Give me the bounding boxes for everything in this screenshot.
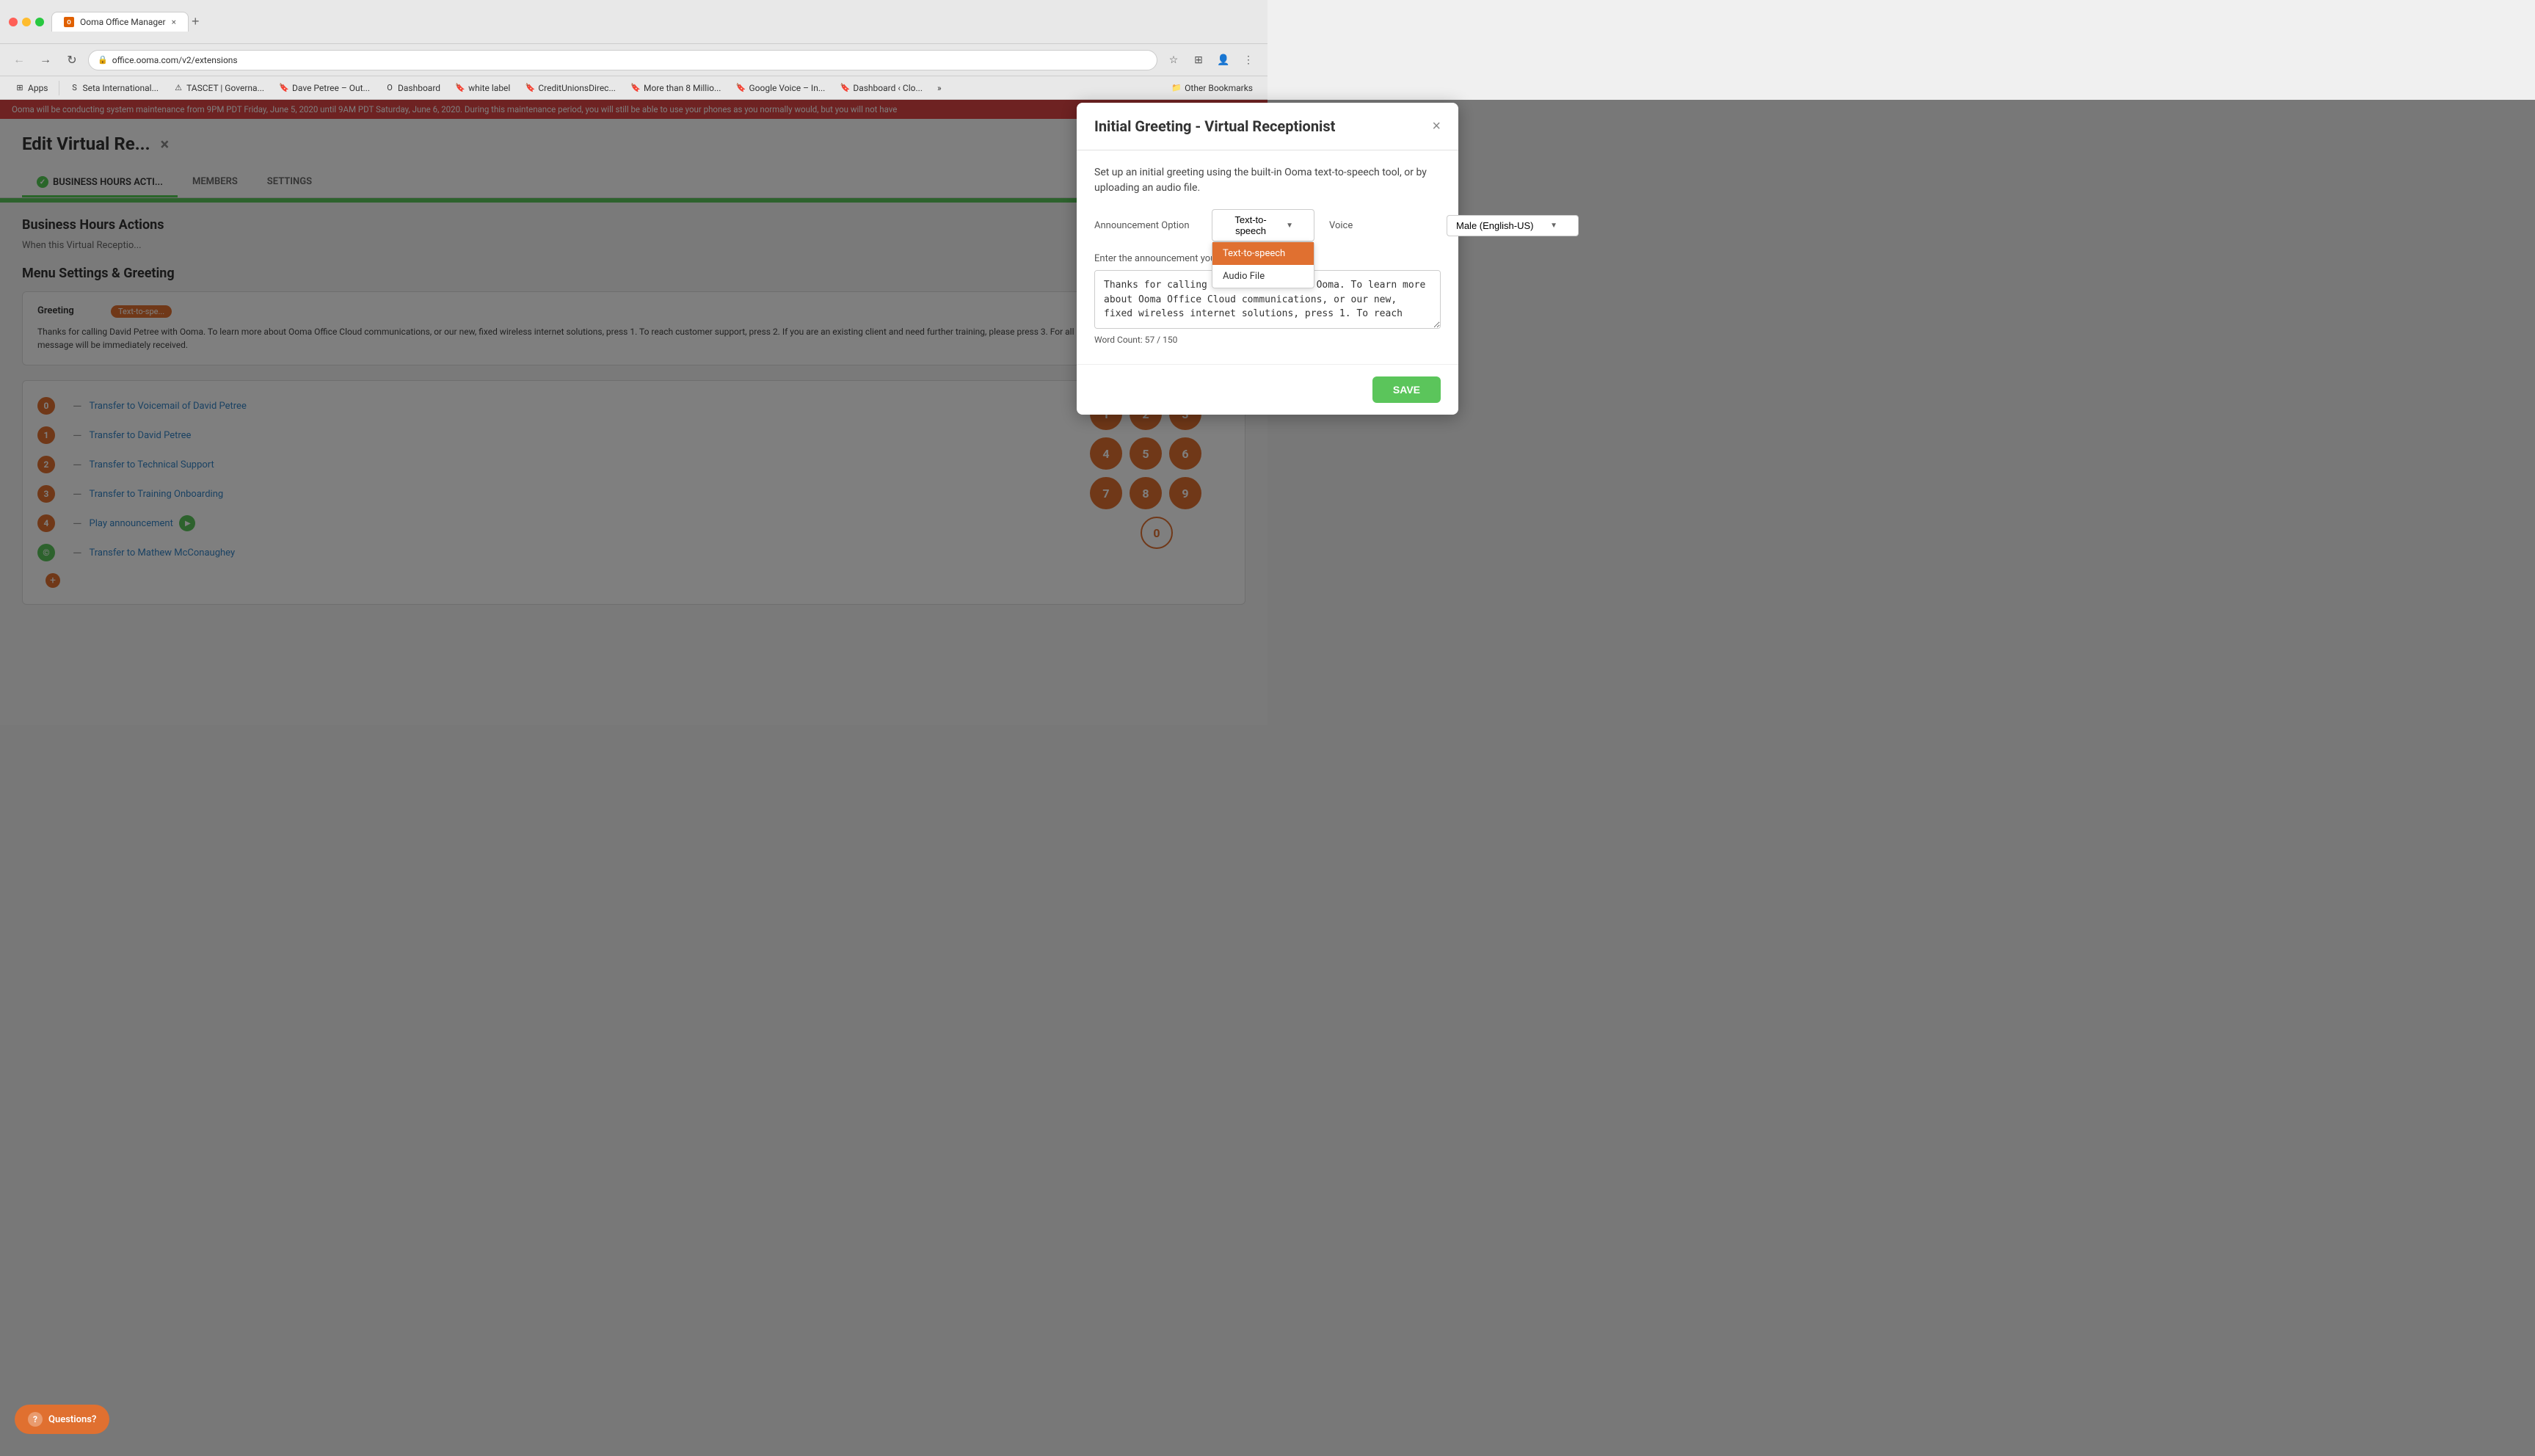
active-tab[interactable]: O Ooma Office Manager × xyxy=(51,12,189,32)
bookmark-creditunions[interactable]: 🔖 CreditUnionsDirec... xyxy=(519,81,622,95)
modal-footer: SAVE xyxy=(1077,364,1458,415)
wl-icon: 🔖 xyxy=(455,83,465,93)
cu-icon: 🔖 xyxy=(525,83,535,93)
warning-icon: ⚠ xyxy=(173,83,183,93)
bookmark-gvoice[interactable]: 🔖 Google Voice – In... xyxy=(730,81,831,95)
profile-button[interactable]: 👤 xyxy=(1213,50,1234,70)
announcement-option-dropdown-wrapper: Text-to-speech ▼ Text-to-speech Audio Fi… xyxy=(1212,209,1314,241)
new-tab-button[interactable]: + xyxy=(192,14,200,29)
dashboard-label: Dashboard xyxy=(398,83,440,93)
browser-chrome: O Ooma Office Manager × + xyxy=(0,0,1268,44)
url-text: office.ooma.com/v2/extensions xyxy=(112,55,238,65)
tab-favicon: O xyxy=(64,17,74,27)
voice-label: Voice xyxy=(1329,220,1432,231)
voice-dropdown-wrapper: Male (English-US) ▼ xyxy=(1447,215,1579,236)
tab-bar: O Ooma Office Manager × + xyxy=(51,12,1259,32)
gv-label: Google Voice – In... xyxy=(749,83,825,93)
tab-title: Ooma Office Manager xyxy=(80,17,166,27)
bookmark-tascet[interactable]: ⚠ TASCET | Governa... xyxy=(167,81,270,95)
bookmark-whitelabel[interactable]: 🔖 white label xyxy=(449,81,516,95)
tab-close-button[interactable]: × xyxy=(172,17,176,27)
apps-label: Apps xyxy=(28,83,48,93)
announcement-option-label: Announcement Option xyxy=(1094,220,1197,231)
extensions-button[interactable]: ⊞ xyxy=(1188,50,1209,70)
modal-close-button[interactable]: × xyxy=(1432,118,1441,135)
menu-button[interactable]: ⋮ xyxy=(1238,50,1259,70)
star-button[interactable]: ☆ xyxy=(1163,50,1184,70)
bookmark-more[interactable]: » xyxy=(931,81,948,95)
gv-icon: 🔖 xyxy=(735,83,746,93)
mil-icon: 🔖 xyxy=(630,83,641,93)
refresh-button[interactable]: ↻ xyxy=(62,50,82,70)
questions-button[interactable]: ? Questions? xyxy=(15,1405,109,1434)
bookmark-cloudash[interactable]: 🔖 Dashboard ‹ Clo... xyxy=(834,81,928,95)
nav-bar: ← → ↻ 🔒 office.ooma.com/v2/extensions ☆ … xyxy=(0,44,1268,76)
cu-label: CreditUnionsDirec... xyxy=(538,83,616,93)
announcement-option-value: Text-to-speech xyxy=(1221,214,1280,236)
cl-icon: 🔖 xyxy=(840,83,850,93)
seta-label: Seta International... xyxy=(83,83,159,93)
mil-label: More than 8 Millio... xyxy=(644,83,721,93)
apps-icon: ⊞ xyxy=(15,83,25,93)
minimize-window-button[interactable] xyxy=(22,18,31,26)
bookmark-seta[interactable]: S Seta International... xyxy=(64,81,165,95)
folder-icon: 📁 xyxy=(1171,83,1182,93)
dropdown-caret-icon: ▼ xyxy=(1286,222,1293,230)
close-window-button[interactable] xyxy=(9,18,18,26)
tascet-label: TASCET | Governa... xyxy=(186,83,264,93)
modal-header: Initial Greeting - Virtual Receptionist … xyxy=(1077,103,1458,150)
word-count: Word Count: 57 / 150 xyxy=(1094,335,1441,345)
nav-right: ☆ ⊞ 👤 ⋮ xyxy=(1163,50,1259,70)
voice-value: Male (English-US) xyxy=(1456,220,1533,231)
dave-label: Dave Petree – Out... xyxy=(292,83,370,93)
announcement-option-dropdown[interactable]: Text-to-speech ▼ xyxy=(1212,209,1314,241)
forward-button[interactable]: → xyxy=(35,50,56,70)
apps-bookmark[interactable]: ⊞ Apps xyxy=(9,81,54,95)
dashboard-icon: O xyxy=(385,83,395,93)
announcement-option-menu: Text-to-speech Audio File xyxy=(1212,241,1314,288)
modal-title: Initial Greeting - Virtual Receptionist xyxy=(1094,117,1335,135)
dave-icon: 🔖 xyxy=(279,83,289,93)
seta-icon: S xyxy=(70,83,80,93)
more-label: » xyxy=(937,83,942,93)
bookmark-dave[interactable]: 🔖 Dave Petree – Out... xyxy=(273,81,376,95)
bookmark-other[interactable]: 📁 Other Bookmarks xyxy=(1165,81,1259,95)
modal-description: Set up an initial greeting using the bui… xyxy=(1094,165,1441,196)
modal-body: Set up an initial greeting using the bui… xyxy=(1077,150,1458,364)
bookmarks-bar: ⊞ Apps S Seta International... ⚠ TASCET … xyxy=(0,76,1268,100)
other-label: Other Bookmarks xyxy=(1185,83,1253,93)
bookmark-million[interactable]: 🔖 More than 8 Millio... xyxy=(625,81,727,95)
save-button[interactable]: SAVE xyxy=(1372,376,1441,403)
option-audio-file[interactable]: Audio File xyxy=(1212,265,1314,288)
address-bar[interactable]: 🔒 office.ooma.com/v2/extensions xyxy=(88,50,1157,70)
wl-label: white label xyxy=(468,83,510,93)
modal-initial-greeting: Initial Greeting - Virtual Receptionist … xyxy=(1077,103,1458,415)
voice-dropdown[interactable]: Male (English-US) ▼ xyxy=(1447,215,1579,236)
window-controls xyxy=(9,18,44,26)
question-icon: ? xyxy=(28,1412,43,1427)
lock-icon: 🔒 xyxy=(98,55,108,65)
maximize-window-button[interactable] xyxy=(35,18,44,26)
back-button[interactable]: ← xyxy=(9,50,29,70)
bookmark-dashboard[interactable]: O Dashboard xyxy=(379,81,446,95)
announcement-option-row: Announcement Option Text-to-speech ▼ Tex… xyxy=(1094,209,1441,241)
voice-caret-icon: ▼ xyxy=(1550,222,1557,230)
cl-label: Dashboard ‹ Clo... xyxy=(853,83,923,93)
option-text-to-speech[interactable]: Text-to-speech xyxy=(1212,242,1314,265)
questions-label: Questions? xyxy=(48,1414,96,1425)
